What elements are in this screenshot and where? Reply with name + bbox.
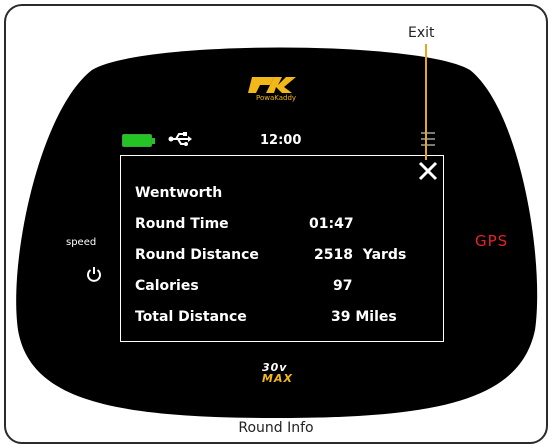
exit-callout-label: Exit [408,25,435,41]
pk-logo-icon [248,77,296,93]
total-distance-label: Total Distance [135,309,247,325]
calories-value: 97 [333,278,353,294]
course-name: Wentworth [135,185,223,201]
figure-caption: Round Info [238,420,314,436]
round-time-value: 01:47 [309,216,354,232]
model-line-2: MAX [262,372,293,385]
power-icon[interactable] [86,266,102,282]
brand-name: PowaKaddy [255,94,297,102]
round-distance-label: Round Distance [135,247,259,263]
total-distance-value: 39 Miles [331,309,397,325]
model-badge: 30v MAX [262,362,302,390]
brand-logo: PowaKaddy [228,75,324,105]
round-time-label: Round Time [135,216,229,232]
round-info-panel: Wentworth Round Time 01:47 Round Distanc… [120,155,444,342]
calories-label: Calories [135,278,199,294]
gps-label: GPS [475,232,509,250]
exit-callout-line [425,44,427,160]
battery-full-icon [122,134,155,147]
round-distance-value: 2518 Yards [314,247,407,263]
close-icon[interactable] [417,160,439,182]
menu-icon[interactable] [421,132,435,146]
speed-label: speed [66,237,97,248]
usb-icon [168,132,192,146]
clock-time: 12:00 [260,133,302,148]
